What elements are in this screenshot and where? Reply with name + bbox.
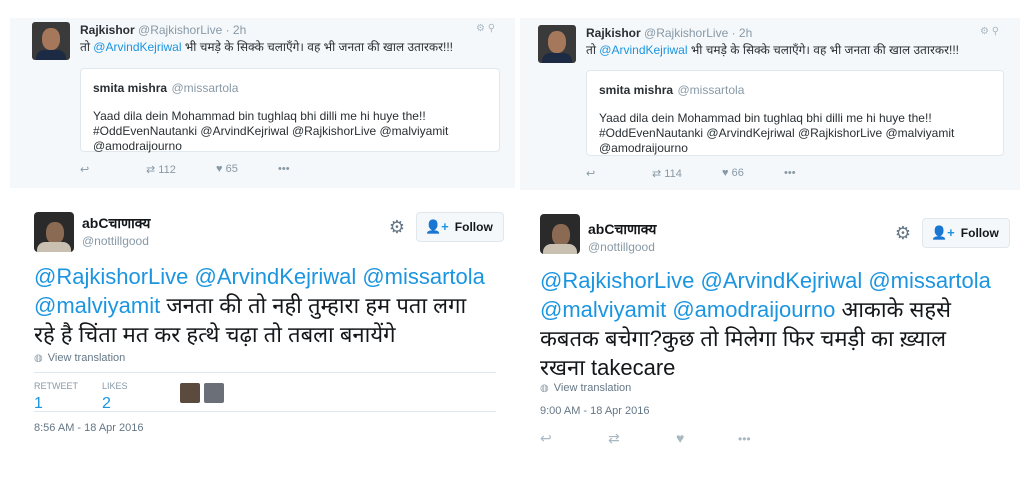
tweet-left: abCचाणाक्य @nottillgood ⚙ 👤+ Follow @Raj… — [10, 200, 510, 483]
like-button[interactable]: ♥ 65 — [216, 163, 238, 175]
tweet-actions: ↩ ⇄ ♥ ••• — [540, 430, 800, 448]
reply-header: Rajkishor @RajkishorLive · 2h — [80, 23, 246, 37]
view-translation-link[interactable]: ◍ View translation — [34, 352, 125, 364]
retweet-icon: ⇄ — [652, 168, 662, 180]
tweet-actions: ↩ ⇄ 114 ♥ 66 ••• — [586, 167, 886, 183]
mention-link[interactable]: @ArvindKejriwal — [599, 43, 687, 57]
timestamp[interactable]: 8:56 AM - 18 Apr 2016 — [34, 422, 143, 434]
quoted-tweet[interactable]: smita mishra @missartola Yaad dila dein … — [586, 70, 1004, 156]
quote-header: smita mishra @missartola — [599, 81, 991, 99]
author-handle[interactable]: @RajkishorLive — [138, 23, 222, 37]
reply-icon[interactable]: ↩ — [540, 430, 552, 447]
reply-card-right: Rajkishor @RajkishorLive · 2h ⚙ ⚲ तो @Ar… — [520, 18, 1020, 190]
reply-icon[interactable]: ↩ — [80, 163, 89, 176]
gear-icon[interactable]: ⚙ — [980, 26, 989, 37]
reply-text: तो @ArvindKejriwal भी चमड़े के सिक्के चल… — [80, 40, 453, 54]
reply-header: Rajkishor @RajkishorLive · 2h — [586, 26, 752, 40]
author-name[interactable]: Rajkishor — [80, 23, 135, 37]
mention-link[interactable]: @ArvindKejriwal — [93, 40, 181, 54]
timestamp[interactable]: 9:00 AM - 18 Apr 2016 — [540, 405, 649, 417]
quote-line: #OddEvenNautanki @ArvindKejriwal @Rajkis… — [93, 124, 449, 138]
gear-icon[interactable]: ⚙ — [388, 218, 406, 236]
reply-icon[interactable]: ↩ — [586, 167, 595, 180]
follow-button[interactable]: 👤+ Follow — [416, 212, 504, 242]
display-name[interactable]: abCचाणाक्य — [82, 214, 150, 233]
user-handle[interactable]: @nottillgood — [82, 234, 149, 248]
avatar[interactable] — [540, 214, 580, 254]
display-name[interactable]: abCचाणाक्य — [588, 220, 656, 239]
avatar[interactable] — [32, 22, 70, 60]
follow-person-icon: 👤+ — [931, 225, 955, 240]
heart-icon: ♥ — [722, 167, 729, 179]
mention-link[interactable]: @malviyamit — [34, 293, 160, 318]
tweet-text: @RajkishorLive @ArvindKejriwal @missarto… — [34, 262, 485, 347]
mention-link[interactable]: @malviyamit @amodraijourno — [540, 297, 835, 322]
globe-icon: ◍ — [34, 353, 43, 364]
follow-person-icon: 👤+ — [425, 219, 449, 234]
reply-card-left: Rajkishor @RajkishorLive · 2h ⚙ ⚲ तो @Ar… — [10, 18, 515, 188]
quote-line: @amodraijourno — [599, 141, 688, 155]
retweet-button[interactable]: ⇄ 112 — [146, 163, 176, 176]
mention-line[interactable]: @RajkishorLive @ArvindKejriwal @missarto… — [540, 266, 991, 295]
retweet-icon[interactable]: ⇄ — [608, 430, 620, 447]
gear-icon[interactable]: ⚙ — [476, 23, 485, 34]
tweet-actions: ↩ ⇄ 112 ♥ 65 ••• — [80, 163, 380, 179]
more-icon[interactable]: ••• — [278, 163, 290, 175]
avatar[interactable] — [34, 212, 74, 252]
quote-author-name: smita mishra — [93, 81, 168, 95]
user-handle[interactable]: @nottillgood — [588, 240, 655, 254]
quote-line: @amodraijourno — [93, 139, 182, 153]
tweet-text: @RajkishorLive @ArvindKejriwal @missarto… — [540, 266, 991, 380]
quote-line: Yaad dila dein Mohammad bin tughlaq bhi … — [599, 111, 932, 125]
globe-icon: ◍ — [540, 383, 549, 394]
heart-icon[interactable]: ♥ — [676, 430, 684, 446]
author-name[interactable]: Rajkishor — [586, 26, 641, 40]
view-translation-link[interactable]: ◍ View translation — [540, 382, 631, 394]
tweet-right: abCचाणाक्य @nottillgood ⚙ 👤+ Follow @Raj… — [520, 200, 1020, 483]
pin-icon[interactable]: ⚲ — [488, 23, 495, 34]
more-icon[interactable]: ••• — [738, 432, 751, 446]
gear-icon[interactable]: ⚙ — [894, 224, 912, 242]
tweet-stats: RETWEET 1 LIKES 2 — [34, 372, 496, 412]
quote-author-name: smita mishra — [599, 83, 674, 97]
quote-author-handle: @missartola — [677, 83, 745, 97]
more-icon[interactable]: ••• — [784, 167, 796, 179]
quote-author-handle: @missartola — [171, 81, 239, 95]
avatar[interactable] — [538, 25, 576, 63]
tweet-time[interactable]: · 2h — [226, 23, 247, 37]
retweet-stat[interactable]: RETWEET 1 — [34, 381, 78, 413]
mention-line[interactable]: @RajkishorLive @ArvindKejriwal @missarto… — [34, 262, 485, 291]
quoted-tweet[interactable]: smita mishra @missartola Yaad dila dein … — [80, 68, 500, 153]
quote-header: smita mishra @missartola — [93, 79, 487, 97]
author-handle[interactable]: @RajkishorLive — [644, 26, 728, 40]
reply-text: तो @ArvindKejriwal भी चमड़े के सिक्के चल… — [586, 43, 959, 57]
pin-icon[interactable]: ⚲ — [992, 26, 999, 37]
like-button[interactable]: ♥ 66 — [722, 167, 744, 179]
heart-icon: ♥ — [216, 163, 223, 175]
avatar[interactable] — [204, 383, 224, 403]
meta-icons: ⚙ ⚲ — [980, 26, 999, 37]
tweet-time[interactable]: · 2h — [732, 26, 753, 40]
retweet-button[interactable]: ⇄ 114 — [652, 167, 682, 180]
follow-button[interactable]: 👤+ Follow — [922, 218, 1010, 248]
quote-line: #OddEvenNautanki @ArvindKejriwal @Rajkis… — [599, 126, 955, 140]
avatar[interactable] — [180, 383, 200, 403]
quote-line: Yaad dila dein Mohammad bin tughlaq bhi … — [93, 109, 426, 123]
likes-stat[interactable]: LIKES 2 — [102, 381, 128, 413]
retweet-icon: ⇄ — [146, 164, 156, 176]
meta-icons: ⚙ ⚲ — [476, 23, 495, 34]
